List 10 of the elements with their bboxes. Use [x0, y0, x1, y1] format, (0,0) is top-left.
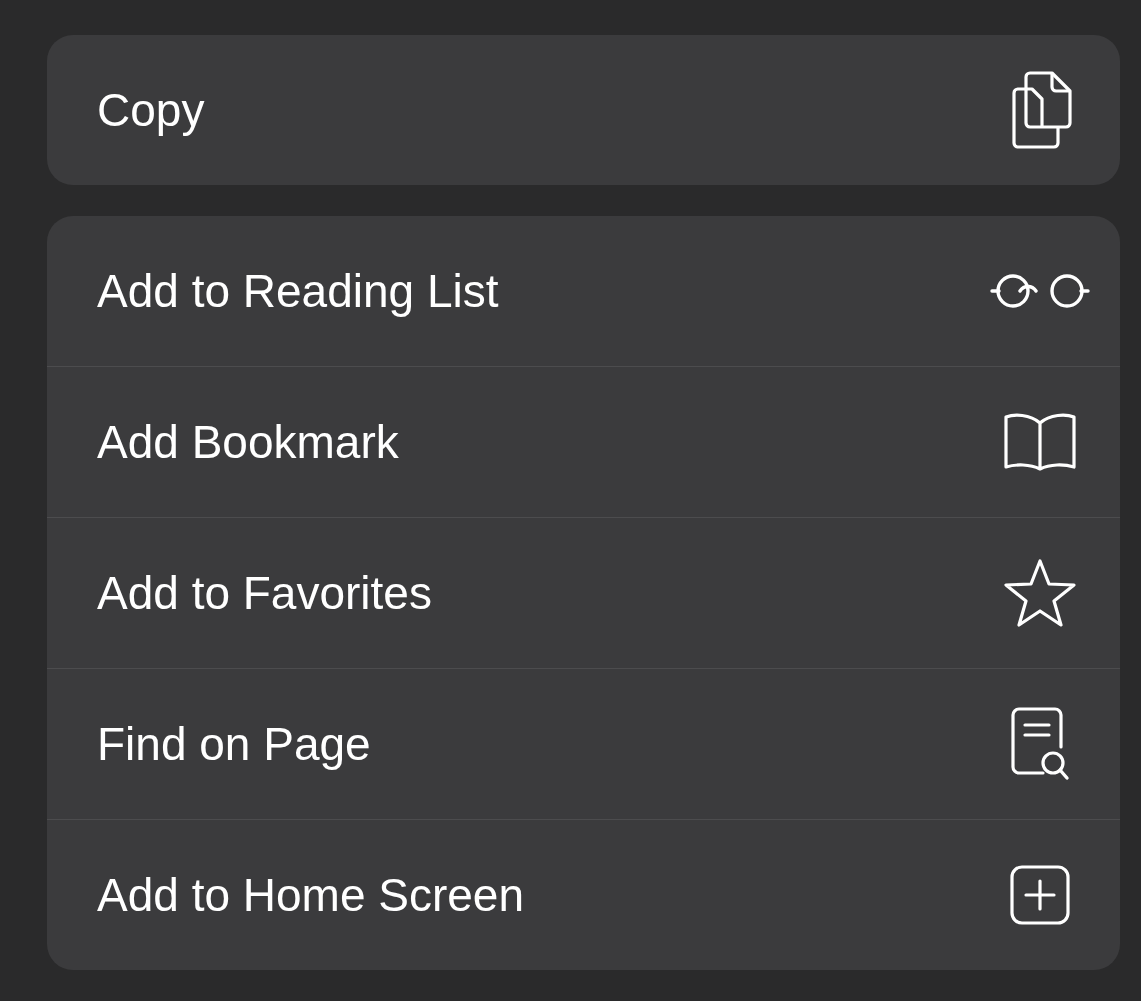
- menu-item[interactable]: Add to Reading List: [47, 216, 1120, 366]
- book-icon: [1002, 411, 1078, 473]
- find-icon: [1009, 705, 1071, 783]
- menu-item[interactable]: Add to Favorites: [47, 517, 1120, 668]
- menu-item[interactable]: Add Bookmark: [47, 366, 1120, 517]
- menu-item[interactable]: Add to Home Screen: [47, 819, 1120, 970]
- add-icon: [1009, 864, 1071, 926]
- menu-item[interactable]: Copy: [47, 35, 1120, 185]
- menu-item[interactable]: Find on Page: [47, 668, 1120, 819]
- star-icon: [1003, 558, 1077, 628]
